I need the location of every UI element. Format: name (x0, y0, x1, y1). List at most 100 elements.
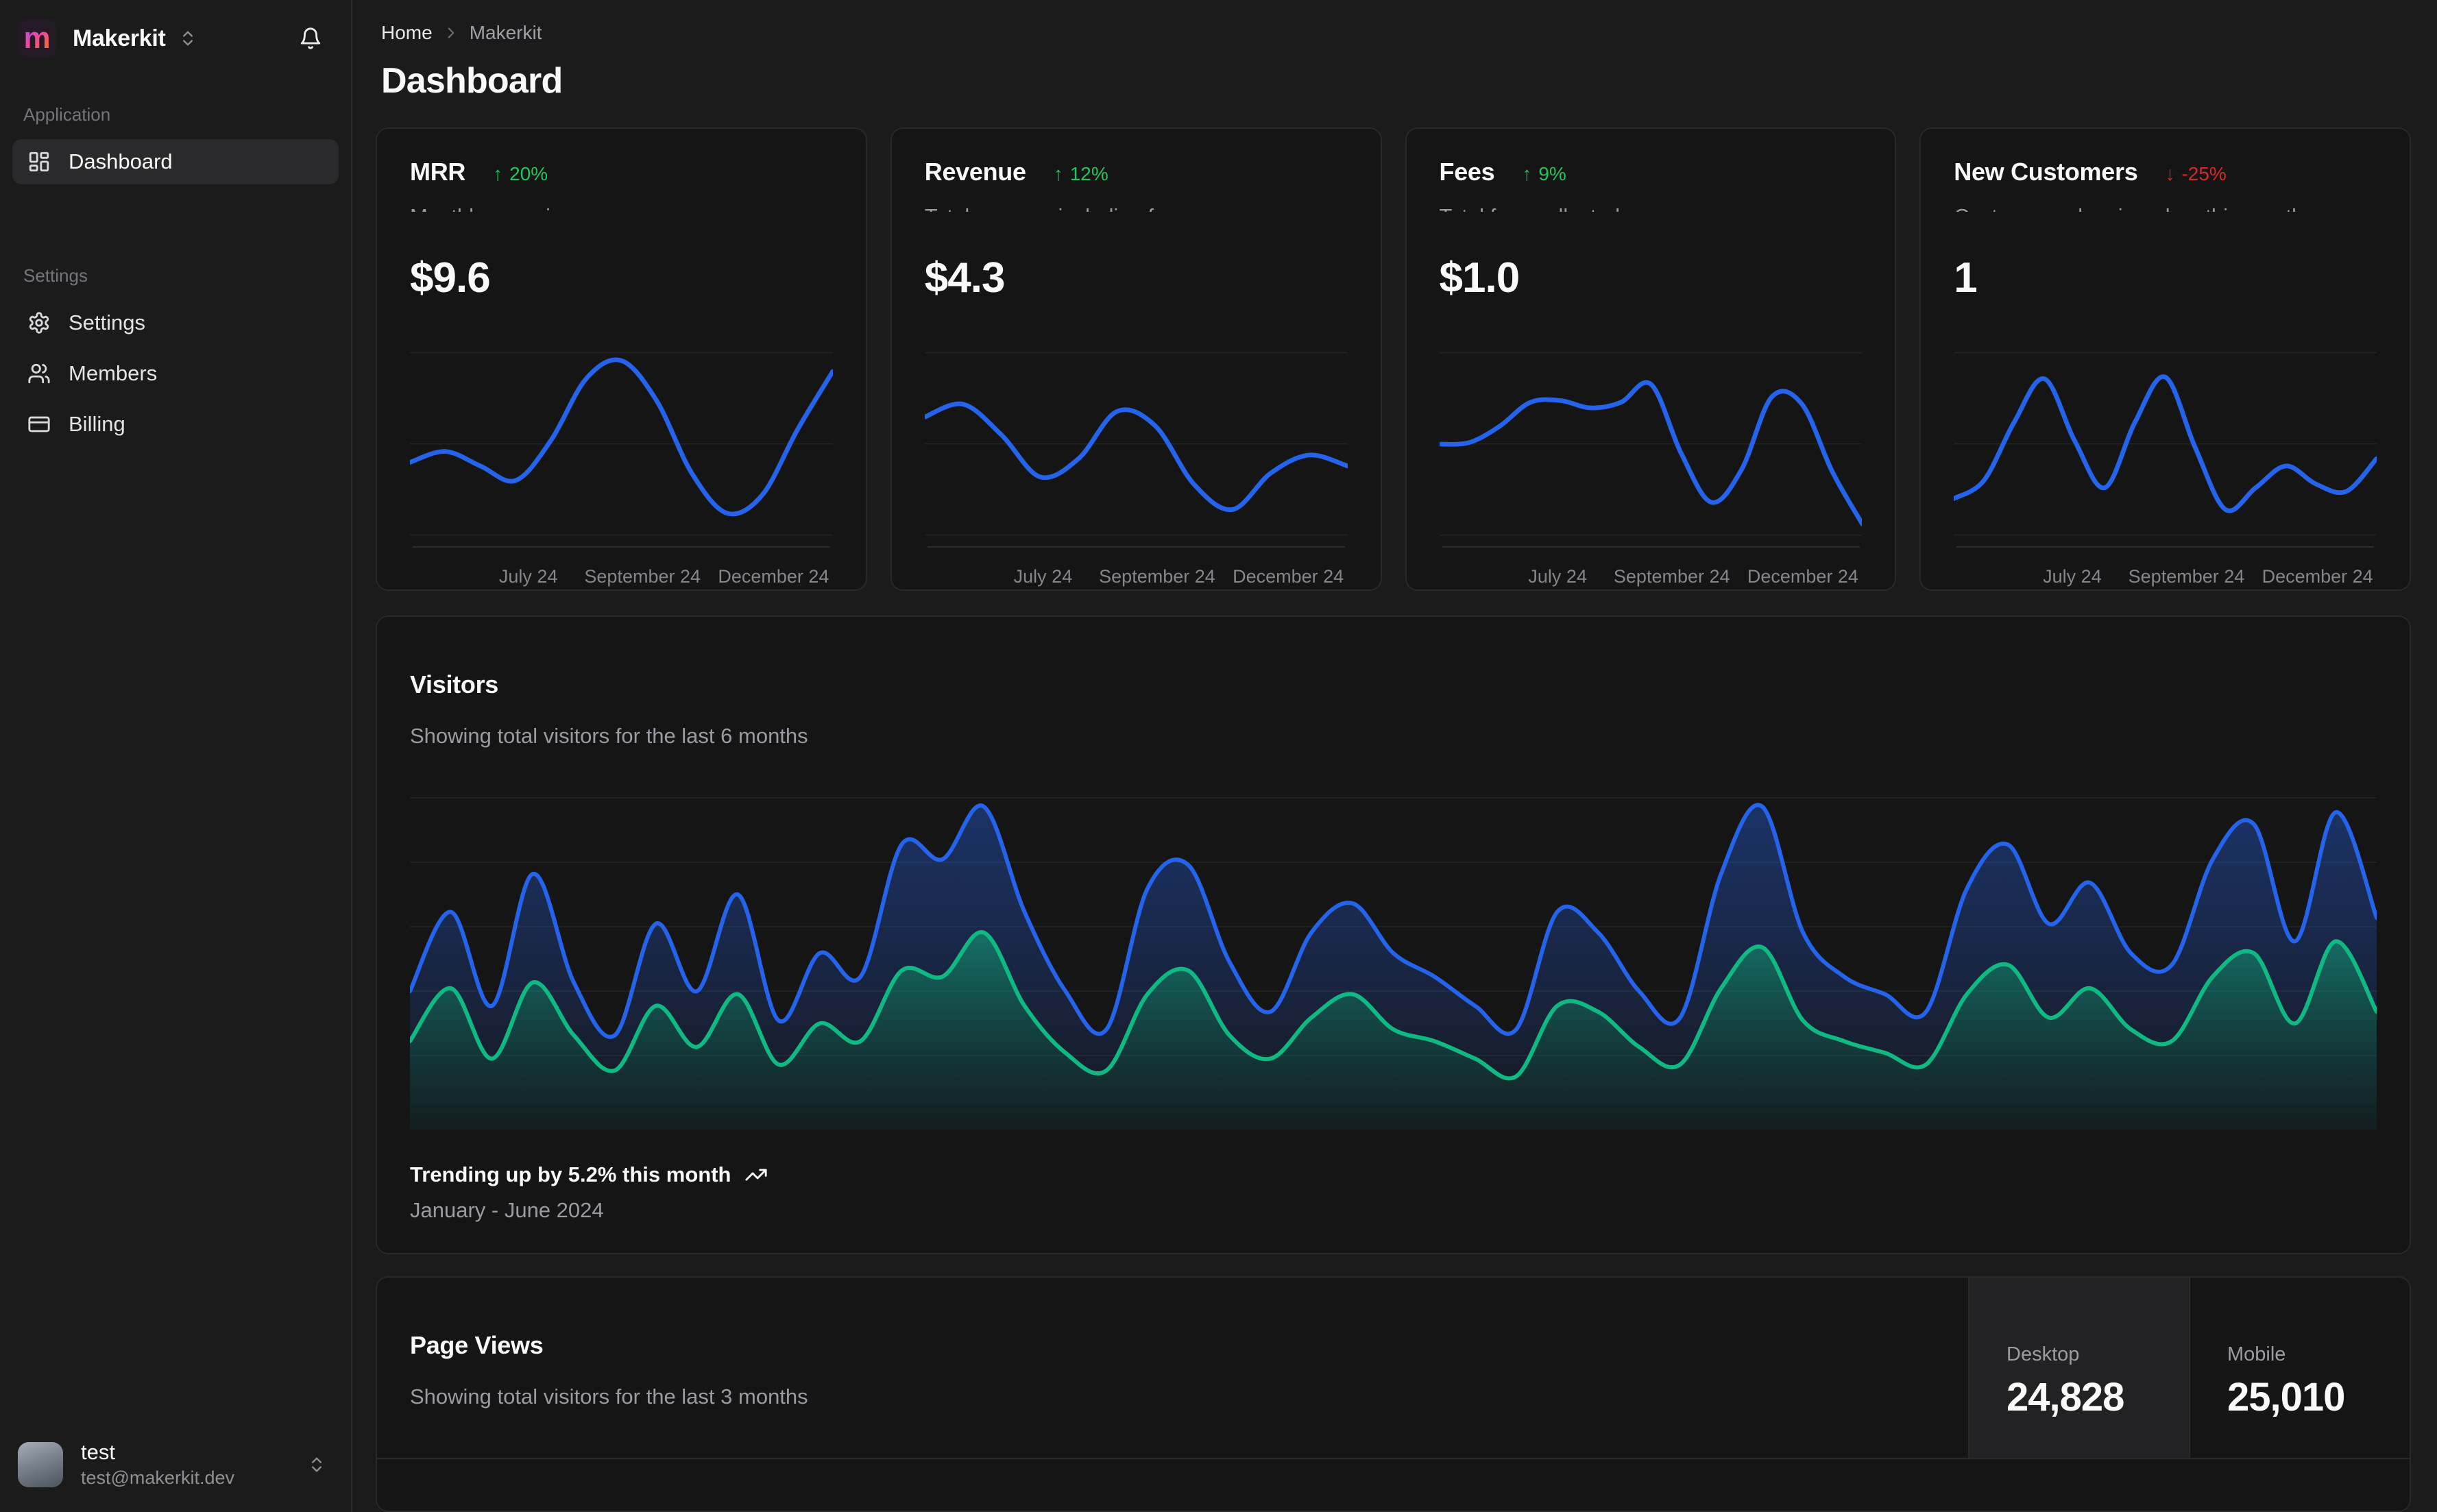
axis-tick: July 24 (498, 566, 558, 587)
page-views-subtitle: Showing total visitors for the last 3 mo… (410, 1385, 808, 1409)
stat-card-value: $9.6 (410, 254, 491, 302)
chevrons-up-down-icon[interactable] (307, 1455, 326, 1474)
sidebar-item-label: Settings (69, 310, 146, 334)
new-customers-sparkline-chart (1954, 345, 2377, 551)
stat-card-new-customers: New Customers ↓ -25% Customers who signed… (1919, 127, 2411, 591)
trend-value: -25% (2181, 163, 2227, 184)
sidebar: m Makerkit Application Dashboard Setting… (0, 0, 352, 1512)
axis-tick: July 24 (1013, 566, 1073, 587)
axis-tick: December 24 (718, 566, 829, 587)
stat-card-title: Revenue (924, 158, 1026, 186)
dashboard-icon (27, 150, 51, 173)
x-axis-labels: July 24 September 24 December 24 (1440, 559, 1863, 587)
stat-card-description: Total revenue including fees (925, 204, 1348, 212)
trending-up-icon (744, 1163, 768, 1186)
sidebar-item-label: Billing (69, 412, 125, 436)
trend-value: 12% (1069, 163, 1108, 184)
visitors-date-range: January - June 2024 (410, 1198, 604, 1222)
page-views-header: Page Views Showing total visitors for th… (377, 1278, 2410, 1459)
visitors-trend-text: Trending up by 5.2% this month (410, 1162, 731, 1186)
mobile-value: 25,010 (2227, 1374, 2345, 1419)
sidebar-item-label: Dashboard (69, 149, 173, 173)
visitors-card: Visitors Showing total visitors for the … (376, 615, 2411, 1254)
nav-section-settings: Settings (23, 265, 88, 286)
desktop-toggle-button[interactable]: Desktop 24,828 (1968, 1278, 2189, 1458)
stat-card-header: Fees ↑ 9% (1440, 158, 1863, 186)
visitors-subtitle: Showing total visitors for the last 6 mo… (410, 724, 808, 748)
stat-card-description: Customers who signed up this month (1954, 204, 2377, 212)
app-window: m Makerkit Application Dashboard Setting… (0, 0, 2437, 1512)
user-menu[interactable]: test test@makerkit.dev (0, 1419, 351, 1512)
x-axis-labels: July 24 September 24 December 24 (925, 559, 1348, 587)
axis-tick: December 24 (1233, 566, 1344, 587)
trend-value: 20% (509, 163, 548, 184)
nav-section-application: Application (23, 104, 111, 125)
page-views-bar-chart (377, 1459, 2410, 1511)
desktop-value: 24,828 (2006, 1374, 2124, 1419)
desktop-label: Desktop (2006, 1343, 2080, 1365)
sidebar-item-label: Members (69, 361, 158, 385)
axis-tick: September 24 (584, 566, 701, 587)
axis-tick: December 24 (1747, 566, 1858, 587)
credit-card-icon (27, 413, 51, 436)
visitors-area-chart (410, 787, 2377, 1130)
visitors-footer: Trending up by 5.2% this month (410, 1162, 2377, 1187)
visitors-title: Visitors (410, 670, 498, 698)
stat-card-header: New Customers ↓ -25% (1954, 158, 2377, 186)
app-logo[interactable]: m (18, 19, 56, 58)
mobile-toggle-button[interactable]: Mobile 25,010 (2189, 1278, 2410, 1458)
x-axis-labels: July 24 September 24 December 24 (410, 559, 833, 587)
revenue-sparkline-chart (924, 345, 1348, 551)
stat-card-title: Fees (1439, 158, 1495, 186)
page-title: Dashboard (381, 61, 563, 101)
sidebar-item-settings[interactable]: Settings (12, 300, 339, 345)
page-views-title: Page Views (410, 1331, 544, 1359)
breadcrumb-home-link[interactable]: Home (381, 22, 433, 44)
fees-sparkline-chart (1439, 345, 1863, 551)
mobile-label: Mobile (2227, 1343, 2286, 1365)
sidebar-item-members[interactable]: Members (12, 351, 339, 396)
stat-card-value: $4.3 (924, 254, 1006, 302)
chevrons-up-down-icon[interactable] (178, 29, 197, 48)
stat-card-header: MRR ↑ 20% (410, 158, 833, 186)
user-meta: test test@makerkit.dev (81, 1440, 234, 1489)
trend-value: 9% (1538, 163, 1566, 184)
trend-badge: ↑ 9% (1522, 163, 1566, 185)
user-email: test@makerkit.dev (81, 1467, 234, 1488)
trend-badge: ↓ -25% (2165, 163, 2226, 185)
user-name: test (81, 1440, 115, 1464)
app-logo-letter: m (23, 21, 51, 55)
team-switcher[interactable]: Makerkit (73, 25, 166, 52)
x-axis-labels: July 24 September 24 December 24 (1954, 559, 2377, 587)
stat-card-value: $1.0 (1439, 254, 1520, 302)
page-views-card: Page Views Showing total visitors for th… (376, 1276, 2411, 1512)
sidebar-item-billing[interactable]: Billing (12, 402, 339, 447)
gear-icon (27, 311, 51, 334)
arrow-down-icon: ↓ (2165, 163, 2175, 184)
stat-card-description: Total fees collected (1440, 204, 1863, 212)
axis-tick: July 24 (2043, 566, 2102, 587)
stat-card-title: New Customers (1954, 158, 2138, 186)
arrow-up-icon: ↑ (1522, 163, 1532, 184)
trend-badge: ↑ 12% (1054, 163, 1108, 185)
stat-card-value: 1 (1954, 254, 1977, 302)
users-icon (27, 362, 51, 385)
stat-cards-row: MRR ↑20% Monthly recurring revenue $9.6 … (376, 127, 2411, 591)
stat-card-description: Monthly recurring revenue (410, 204, 833, 212)
breadcrumb: Home Makerkit (376, 12, 2411, 44)
sidebar-item-dashboard[interactable]: Dashboard (12, 139, 339, 184)
axis-tick: September 24 (1099, 566, 1215, 587)
notifications-bell-icon[interactable] (299, 27, 322, 50)
stat-card-header: Revenue ↑ 12% (925, 158, 1348, 186)
axis-tick: September 24 (1613, 566, 1730, 587)
chevron-right-icon (442, 24, 460, 42)
axis-tick: December 24 (2262, 566, 2373, 587)
main-content: Home Makerkit Dashboard MRR ↑ 20% Monthly… (352, 0, 2437, 1512)
axis-tick: September 24 (2128, 566, 2245, 587)
sidebar-header: m Makerkit (0, 0, 351, 73)
stat-card-mrr: MRR ↑20% Monthly recurring revenue $9.6 … (376, 127, 867, 591)
arrow-up-icon: ↑ (493, 163, 503, 184)
page-views-titles: Page Views Showing total visitors for th… (377, 1278, 1968, 1458)
stat-card-title: MRR (410, 158, 466, 186)
stat-card-revenue: Revenue ↑ 12% Total revenue including fee… (890, 127, 1382, 591)
